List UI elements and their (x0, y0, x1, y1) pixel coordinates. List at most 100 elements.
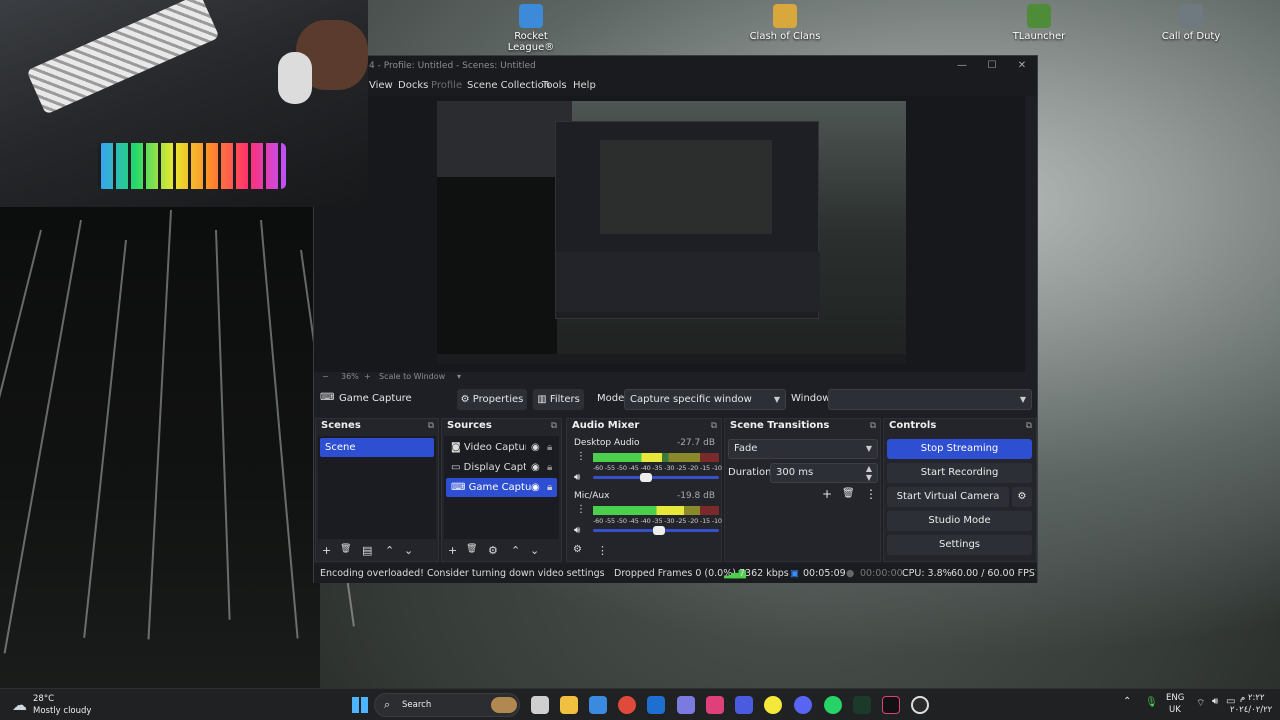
source-item-game-capture[interactable]: ⌨ Game Capture ◉ 🔒︎ (446, 478, 557, 497)
spin-arrows-icon[interactable]: ▲ ▼ (866, 464, 872, 482)
slider-knob[interactable] (652, 526, 665, 535)
microsoft-store-icon[interactable] (589, 696, 607, 714)
lock-icon[interactable]: 🔒︎ (547, 478, 552, 497)
mode-select[interactable]: Capture specific window ▼ (624, 389, 786, 410)
advanced-audio-button[interactable]: ⚙ (573, 544, 582, 555)
sources-dock: Sources ⧉ ◙ Video Capture Dev ◉ 🔒︎ ▭ Dis… (441, 418, 562, 562)
close-button[interactable]: ✕ (1007, 56, 1037, 76)
channel-menu-icon[interactable]: ⋮ (576, 504, 586, 515)
move-source-down-button[interactable]: ⌄ (530, 544, 539, 557)
add-transition-button[interactable]: + (822, 487, 832, 501)
studio-mode-button[interactable]: Studio Mode (887, 511, 1032, 531)
undock-icon[interactable]: ⧉ (1026, 419, 1032, 433)
desktop-icon-clash-of-clans[interactable]: Clash of Clans (745, 4, 825, 42)
weather-widget[interactable]: ☁ 28°C Mostly cloudy (10, 692, 110, 718)
desktop-icon-tlauncher[interactable]: TLauncher (999, 4, 1079, 42)
desktop-icon-rocket-league[interactable]: Rocket League® (491, 4, 571, 53)
clock-date[interactable]: ٢٠٢٤/٠٢/٢٢ (1230, 705, 1272, 715)
source-item-video-capture[interactable]: ◙ Video Capture Dev ◉ 🔒︎ (446, 438, 557, 457)
scene-filters-button[interactable]: ▤ (362, 544, 372, 557)
chrome-icon[interactable] (618, 696, 636, 714)
properties-button[interactable]: ⚙ Properties (457, 389, 527, 410)
speaker-icon[interactable]: 🔊︎ (574, 525, 580, 536)
move-scene-up-button[interactable]: ⌃ (385, 544, 394, 557)
transition-menu-button[interactable]: ⋮ (865, 487, 877, 501)
slider-knob[interactable] (639, 473, 652, 482)
language-top[interactable]: ENG (1166, 693, 1184, 703)
filters-button[interactable]: ▥ Filters (533, 389, 584, 410)
duration-spinbox[interactable]: 300 ms ▲ ▼ (770, 463, 878, 483)
transition-select[interactable]: Fade ▼ (728, 439, 878, 459)
speaker-icon[interactable]: 🔊︎ (574, 472, 580, 483)
snapchat-icon[interactable] (764, 696, 782, 714)
undock-icon[interactable]: ⧉ (428, 419, 434, 433)
monitor-icon: ▭ (451, 462, 464, 473)
menu-help[interactable]: Help (573, 76, 596, 96)
outlook-icon[interactable] (647, 696, 665, 714)
start-button[interactable] (352, 697, 368, 713)
volume-icon[interactable]: 🔊︎ (1212, 696, 1218, 707)
game-controller-icon[interactable] (677, 696, 695, 714)
add-scene-button[interactable]: + (322, 544, 331, 557)
lock-icon[interactable]: 🔒︎ (547, 458, 552, 477)
discord-icon[interactable] (794, 696, 812, 714)
menu-tools[interactable]: Tools (542, 76, 567, 96)
zoom-out-button[interactable]: − (322, 372, 329, 381)
search-placeholder: Search (402, 700, 432, 710)
start-virtual-camera-button[interactable]: Start Virtual Camera (887, 487, 1009, 507)
add-source-button[interactable]: + (448, 544, 457, 557)
scene-item[interactable]: Scene (320, 438, 434, 457)
settings-button[interactable]: Settings (887, 535, 1032, 555)
undock-icon[interactable]: ⧉ (711, 419, 717, 433)
app-icon[interactable] (735, 696, 753, 714)
stop-streaming-button[interactable]: Stop Streaming (887, 439, 1032, 459)
channel-menu-icon[interactable]: ⋮ (576, 451, 586, 462)
menu-scene-collection[interactable]: Scene Collection (467, 76, 550, 96)
language-bottom[interactable]: UK (1169, 705, 1181, 715)
resize-grip-icon[interactable]: ⋰ (1028, 564, 1038, 583)
menu-docks[interactable]: Docks (398, 76, 428, 96)
visibility-eye-icon[interactable]: ◉ (531, 438, 540, 457)
zoom-in-button[interactable]: + (364, 372, 371, 381)
volume-slider-mic-aux[interactable] (593, 526, 719, 535)
undock-icon[interactable]: ⧉ (551, 419, 557, 433)
whatsapp-icon[interactable] (824, 696, 842, 714)
file-explorer-icon[interactable] (560, 696, 578, 714)
wifi-icon[interactable]: ⌔ (1196, 697, 1205, 710)
preview-canvas[interactable] (437, 101, 906, 364)
remove-transition-button[interactable]: 🗑 (842, 488, 855, 499)
visibility-eye-icon[interactable]: ◉ (531, 458, 540, 477)
window-title-bar[interactable]: 4 - Profile: Untitled - Scenes: Untitled… (314, 56, 1037, 76)
start-recording-button[interactable]: Start Recording (887, 463, 1032, 483)
task-view-icon[interactable] (531, 696, 549, 714)
instagram-icon[interactable] (706, 696, 724, 714)
lock-icon[interactable]: 🔒︎ (547, 438, 552, 457)
virtual-camera-settings-button[interactable]: ⚙ (1012, 487, 1032, 507)
undock-icon[interactable]: ⧉ (870, 419, 876, 433)
minimize-button[interactable]: — (947, 56, 977, 76)
chevron-up-icon[interactable]: ⌃ (1123, 696, 1131, 707)
visibility-eye-icon[interactable]: ◉ (531, 478, 540, 497)
mic-icon[interactable]: 🎙︎ (1145, 697, 1158, 708)
terminal-icon[interactable] (853, 696, 871, 714)
zoom-dropdown[interactable]: ▾ (457, 372, 461, 381)
volume-slider-desktop-audio[interactable] (593, 473, 719, 482)
clock-time[interactable]: ٢:٢٢ م (1240, 693, 1265, 703)
menu-profile[interactable]: Profile (431, 76, 462, 96)
preview-area[interactable] (314, 96, 1025, 372)
mixer-menu-button[interactable]: ⋮ (597, 544, 608, 557)
move-scene-down-button[interactable]: ⌄ (404, 544, 413, 557)
menu-view[interactable]: View (369, 76, 393, 96)
taskbar-search[interactable]: ⌕ Search (374, 693, 520, 717)
desktop-icon-call-of-duty[interactable]: Call of Duty (1151, 4, 1231, 42)
source-item-display-capture[interactable]: ▭ Display Capture ◉ 🔒︎ (446, 458, 557, 477)
maximize-button[interactable]: ☐ (977, 56, 1007, 76)
tiktok-icon[interactable] (882, 696, 900, 714)
window-select[interactable]: ▼ (828, 389, 1032, 410)
move-source-up-button[interactable]: ⌃ (511, 544, 520, 557)
remove-scene-button[interactable]: 🗑 (340, 544, 351, 554)
source-properties-button[interactable]: ⚙ (488, 544, 498, 557)
remove-source-button[interactable]: 🗑 (466, 544, 477, 554)
scale-to-window[interactable]: Scale to Window (379, 372, 445, 381)
obs-icon[interactable] (911, 696, 929, 714)
